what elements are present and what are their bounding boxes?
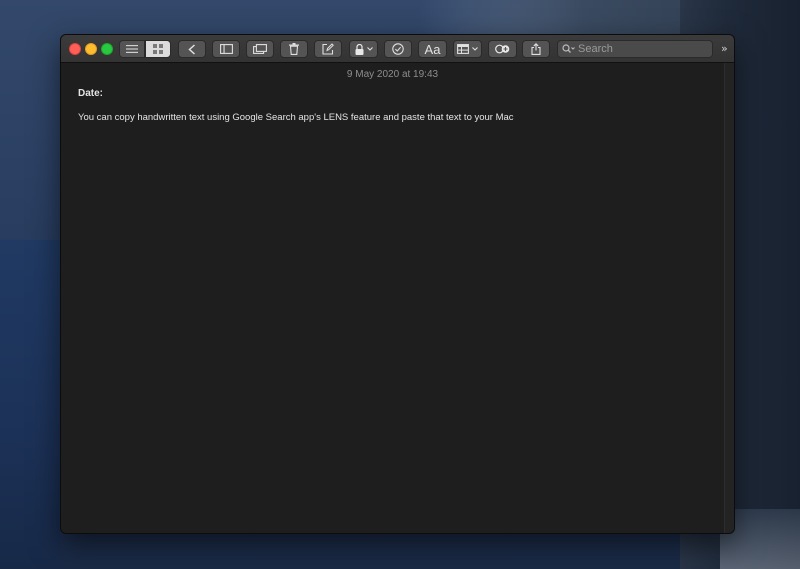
- maximize-button[interactable]: [101, 43, 113, 55]
- sidebar-icon: [219, 44, 233, 54]
- close-button[interactable]: [69, 43, 81, 55]
- note-heading[interactable]: Date:: [78, 88, 103, 99]
- wallpaper-sea: [0, 240, 60, 569]
- back-button[interactable]: [178, 40, 206, 58]
- attachments-icon: [253, 44, 267, 54]
- toolbar-overflow-icon[interactable]: »: [721, 42, 733, 56]
- note-editor[interactable]: 9 May 2020 at 19:43 Date: You can copy h…: [61, 63, 724, 533]
- scrollbar[interactable]: [724, 63, 734, 533]
- notes-window: Aa Search » 9 May 2020 at 19:43 Date: Yo…: [60, 34, 735, 534]
- collaborate-button[interactable]: [488, 40, 517, 58]
- grid-icon: [153, 44, 163, 54]
- toolbar: Aa Search »: [61, 35, 734, 63]
- lock-icon: [355, 43, 363, 55]
- table-button[interactable]: [453, 40, 482, 58]
- trash-icon: [289, 43, 299, 55]
- search-icon: [562, 44, 575, 53]
- format-text-icon: Aa: [424, 41, 441, 57]
- chevron-down-icon: [472, 47, 478, 51]
- chevron-down-icon: [366, 47, 373, 51]
- note-date: 9 May 2020 at 19:43: [346, 69, 439, 80]
- lock-button[interactable]: [349, 40, 378, 58]
- sidebar-button[interactable]: [212, 40, 240, 58]
- share-button[interactable]: [522, 40, 550, 58]
- checklist-icon: [392, 43, 404, 55]
- gallery-view-button[interactable]: [145, 40, 171, 58]
- search-field[interactable]: [557, 40, 713, 58]
- new-note-button[interactable]: [314, 40, 342, 58]
- share-icon: [531, 43, 541, 55]
- format-button[interactable]: Aa: [418, 40, 447, 58]
- delete-button[interactable]: [280, 40, 308, 58]
- list-view-button[interactable]: [119, 40, 145, 58]
- note-body[interactable]: You can copy handwritten text using Goog…: [78, 112, 514, 123]
- table-icon: [457, 44, 469, 54]
- list-icon: [126, 45, 138, 53]
- compose-icon: [322, 43, 334, 55]
- search-input[interactable]: [578, 43, 698, 55]
- attachments-button[interactable]: [246, 40, 274, 58]
- chevron-left-icon: [188, 43, 196, 55]
- add-people-icon: [495, 44, 510, 54]
- checklist-button[interactable]: [384, 40, 412, 58]
- minimize-button[interactable]: [85, 43, 97, 55]
